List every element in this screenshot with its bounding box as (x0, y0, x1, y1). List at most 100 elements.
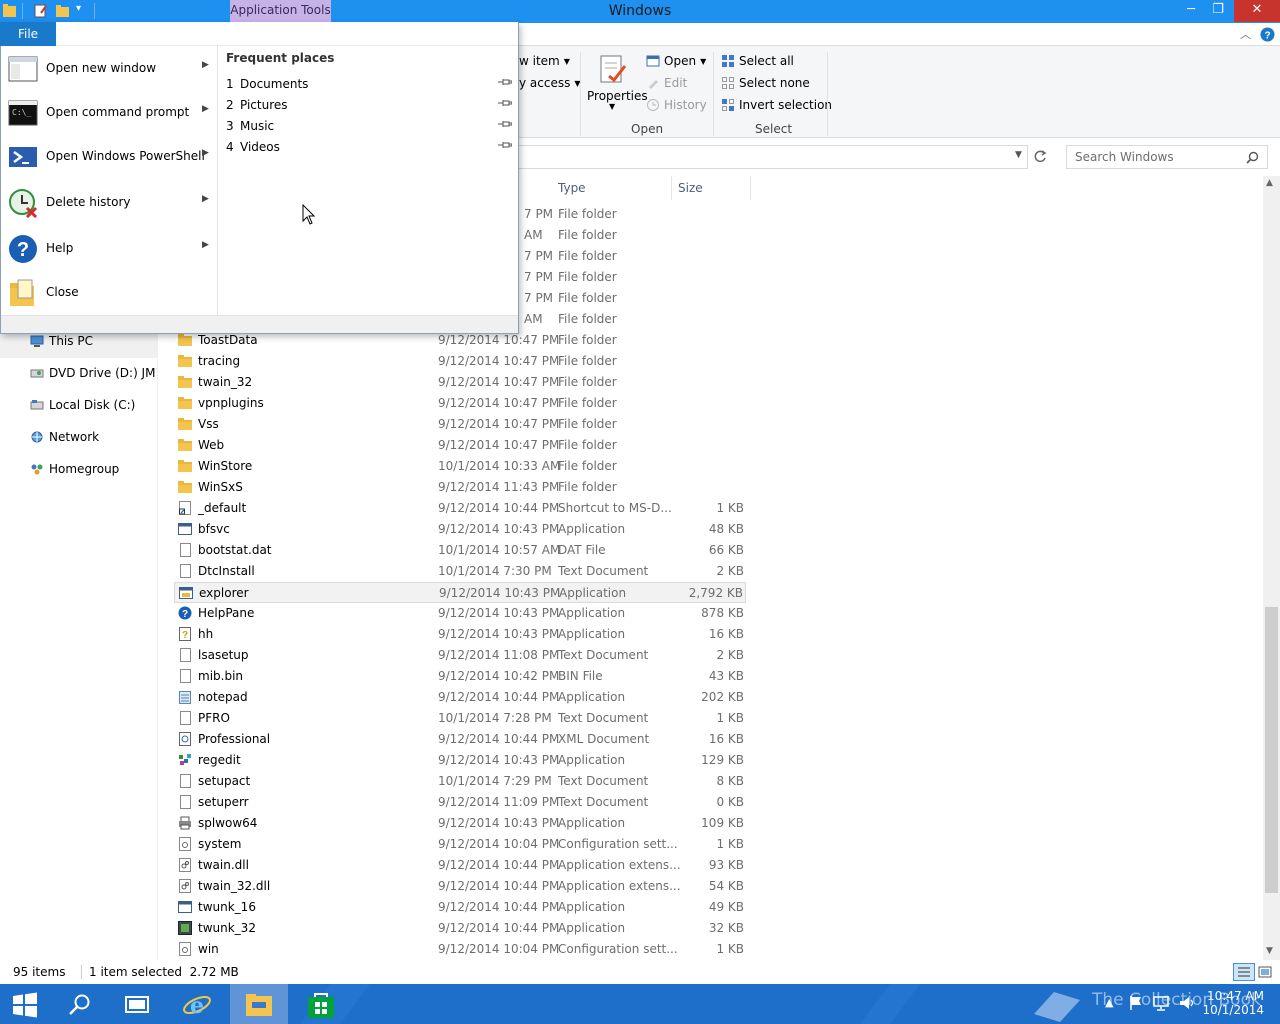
file-row[interactable]: setupact 10/1/2014 7:29 PM Text Document 8 … (174, 771, 746, 792)
properties-button[interactable]: Properties ▼ (586, 52, 648, 116)
config-icon (178, 942, 192, 956)
file-row[interactable]: twain_32 9/12/2014 10:47 PM File folder (174, 372, 746, 393)
pin-icon[interactable] (498, 119, 513, 132)
file-menu-item[interactable]: C:\_ Open command prompt ▶ (1, 90, 217, 134)
edit-button[interactable]: Edit (646, 76, 687, 90)
file-row[interactable]: tracing 9/12/2014 10:47 PM File folder (174, 351, 746, 372)
file-type: File folder (558, 396, 617, 410)
clock[interactable]: 10:47 AM 10/1/2014 (1202, 989, 1264, 1017)
file-row[interactable]: bfsvc 9/12/2014 10:43 PM Application 48 KB (174, 519, 746, 540)
file-row[interactable]: twain.dll 9/12/2014 10:44 PM Application e… (174, 855, 746, 876)
file-row[interactable]: notepad 9/12/2014 10:44 PM Application 202 … (174, 687, 746, 708)
refresh-icon[interactable] (1030, 147, 1052, 167)
pin-icon[interactable] (498, 77, 513, 90)
file-row[interactable]: splwow64 9/12/2014 10:43 PM Application 109… (174, 813, 746, 834)
column-header-type[interactable]: Type (558, 181, 586, 195)
file-date: 9/12/2014 10:43 PM (439, 586, 561, 600)
file-row[interactable]: PFRO 10/1/2014 7:28 PM Text Document 1 KB (174, 708, 746, 729)
file-name: lsasetup (198, 648, 249, 662)
maximize-button[interactable]: ❐ (1203, 0, 1233, 22)
new-item-button[interactable]: w item ▼ (519, 54, 570, 68)
file-row[interactable]: mib.bin 9/12/2014 10:42 PM BIN File 43 KB (174, 666, 746, 687)
frequent-place-item[interactable]: 2 Pictures (226, 95, 516, 116)
file-row[interactable]: ? hh 9/12/2014 10:43 PM Application 16 KB (174, 624, 746, 645)
history-button[interactable]: History (646, 98, 707, 112)
app-icon (178, 900, 192, 914)
task-view-button[interactable] (108, 984, 166, 1024)
nav-item[interactable]: Network (0, 422, 157, 454)
file-row[interactable]: WinStore 10/1/2014 10:33 AM File folder (174, 456, 746, 477)
scroll-down-icon[interactable]: ▼ (1266, 946, 1273, 956)
file-row[interactable]: regedit 9/12/2014 10:43 PM Application 129 … (174, 750, 746, 771)
address-bar[interactable]: ▼ (518, 145, 1028, 169)
open-button[interactable]: Open ▼ (646, 54, 706, 68)
file-type: Configuration sett... (558, 837, 678, 851)
file-row[interactable]: twunk_32 9/12/2014 10:44 PM Application 32 … (174, 918, 746, 939)
file-date: 9/12/2014 10:44 PM (438, 921, 560, 935)
search-box[interactable]: Search Windows (1066, 145, 1268, 169)
file-row[interactable]: DtcInstall 10/1/2014 7:30 PM Text Document… (174, 561, 746, 582)
file-menu-item[interactable]: Open Windows PowerShell ▶ (1, 134, 217, 178)
file-row[interactable]: vpnplugins 9/12/2014 10:47 PM File folder (174, 393, 746, 414)
invert-selection-button[interactable]: Invert selection (721, 98, 832, 112)
file-menu-item[interactable]: Delete history ▶ (1, 180, 217, 224)
file-date: 9/12/2014 10:47 PM (438, 354, 560, 368)
clock-time: 10:47 AM (1207, 989, 1264, 1003)
file-row[interactable]: Vss 9/12/2014 10:47 PM File folder (174, 414, 746, 435)
file-row[interactable]: ? HelpPane 9/12/2014 10:43 PM Application 87… (174, 603, 746, 624)
nav-item[interactable]: DVD Drive (D:) JM1_C (0, 358, 157, 390)
file-row[interactable]: setuperr 9/12/2014 11:09 PM Text Document 0… (174, 792, 746, 813)
internet-explorer-icon: e (183, 993, 211, 1019)
file-row[interactable]: system 9/12/2014 10:04 PM Configuration se… (174, 834, 746, 855)
network-status-icon[interactable] (1152, 995, 1170, 1011)
start-button[interactable] (0, 984, 58, 1024)
file-row[interactable]: _default 9/12/2014 10:44 PM Shortcut to MS… (174, 498, 746, 519)
file-explorer-button[interactable] (230, 984, 288, 1024)
minimize-button[interactable]: ─ (1176, 0, 1206, 22)
nav-item[interactable]: Homegroup (0, 454, 157, 486)
file-menu-item[interactable]: Close (1, 270, 217, 314)
scrollbar-thumb[interactable] (1265, 607, 1278, 893)
volume-icon[interactable] (1178, 995, 1196, 1011)
frequent-place-item[interactable]: 4 Videos (226, 137, 516, 158)
nav-item[interactable]: Local Disk (C:) (0, 390, 157, 422)
frequent-place-item[interactable]: 1 Documents (226, 74, 516, 95)
file-row[interactable]: twunk_16 9/12/2014 10:44 PM Application 49 … (174, 897, 746, 918)
pin-icon[interactable] (498, 98, 513, 111)
file-type: Application extens... (558, 879, 681, 893)
large-icons-view-icon[interactable] (1258, 965, 1272, 979)
file-menu-item[interactable]: ? Help ▶ (1, 226, 217, 270)
action-center-flag-icon[interactable] (1128, 995, 1144, 1011)
select-all-button[interactable]: Select all (721, 54, 794, 68)
file-menu-item[interactable]: Open new window ▶ (1, 46, 217, 90)
file-row[interactable]: lsasetup 9/12/2014 11:08 PM Text Document 2… (174, 645, 746, 666)
file-row[interactable]: WinSxS 9/12/2014 11:43 PM File folder (174, 477, 746, 498)
file-row[interactable]: win 9/12/2014 10:04 PM Configuration sett.… (174, 939, 746, 960)
details-view-icon[interactable] (1233, 963, 1255, 981)
collapse-ribbon-icon[interactable]: ︿ (1240, 26, 1251, 42)
select-none-button[interactable]: Select none (721, 76, 810, 90)
file-row[interactable]: bootstat.dat 10/1/2014 10:57 AM DAT File 66… (174, 540, 746, 561)
help-icon[interactable]: ? (1260, 27, 1275, 42)
file-date: 9/12/2014 11:43 PM (438, 480, 560, 494)
show-hidden-icons-icon[interactable]: ▲ (1105, 996, 1113, 1009)
frequent-place-number: 2 (226, 98, 234, 112)
file-tab-active[interactable]: File (0, 22, 56, 46)
internet-explorer-button[interactable]: e (168, 984, 226, 1024)
close-button[interactable]: ✕ (1234, 0, 1280, 22)
pin-icon[interactable] (498, 140, 513, 153)
scroll-up-icon[interactable]: ▲ (1266, 178, 1273, 188)
file-type: Text Document (558, 774, 649, 788)
file-date: 9/12/2014 10:43 PM (438, 816, 560, 830)
taskbar-search-button[interactable] (52, 984, 110, 1024)
file-row[interactable]: explorer 9/12/2014 10:43 PM Application 2,7… (174, 582, 746, 603)
xml-icon (178, 732, 192, 746)
store-button[interactable] (292, 984, 350, 1024)
column-header-size[interactable]: Size (678, 181, 703, 195)
file-row[interactable]: Web 9/12/2014 10:47 PM File folder (174, 435, 746, 456)
file-row[interactable]: Professional 9/12/2014 10:44 PM XML Docume… (174, 729, 746, 750)
easy-access-button[interactable]: y access ▼ (519, 76, 581, 90)
frequent-place-item[interactable]: 3 Music (226, 116, 516, 137)
address-dropdown-icon[interactable]: ▼ (1015, 150, 1022, 160)
file-row[interactable]: twain_32.dll 9/12/2014 10:44 PM Applicatio… (174, 876, 746, 897)
